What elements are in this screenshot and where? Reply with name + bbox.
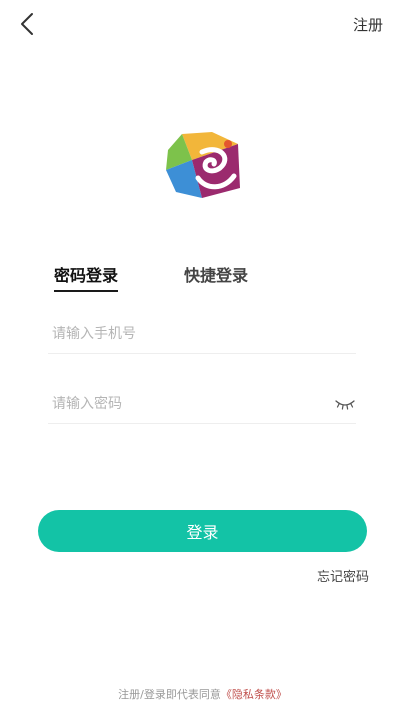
phone-field: [48, 314, 356, 354]
app-logo: [162, 130, 244, 202]
chevron-left-icon: [21, 13, 33, 35]
active-tab-indicator: [54, 290, 118, 292]
back-button[interactable]: [14, 10, 42, 38]
agreement-text: 注册/登录即代表同意: [118, 688, 221, 701]
eye-closed-icon[interactable]: [334, 396, 356, 410]
login-button[interactable]: 登录: [38, 510, 367, 552]
tab-quick-login[interactable]: 快捷登录: [184, 262, 248, 286]
password-field: [48, 384, 356, 424]
login-tabs: 密码登录 快捷登录: [54, 262, 354, 296]
tab-password-login[interactable]: 密码登录: [54, 262, 118, 286]
register-link[interactable]: 注册: [353, 14, 383, 35]
top-bar: 注册: [0, 0, 405, 48]
password-input[interactable]: [52, 390, 322, 418]
privacy-policy-link[interactable]: 《隐私条款》: [221, 688, 287, 701]
agreement-footer: 注册/登录即代表同意《隐私条款》: [0, 686, 405, 702]
phone-input[interactable]: [52, 320, 322, 348]
forgot-password-link[interactable]: 忘记密码: [317, 566, 369, 585]
